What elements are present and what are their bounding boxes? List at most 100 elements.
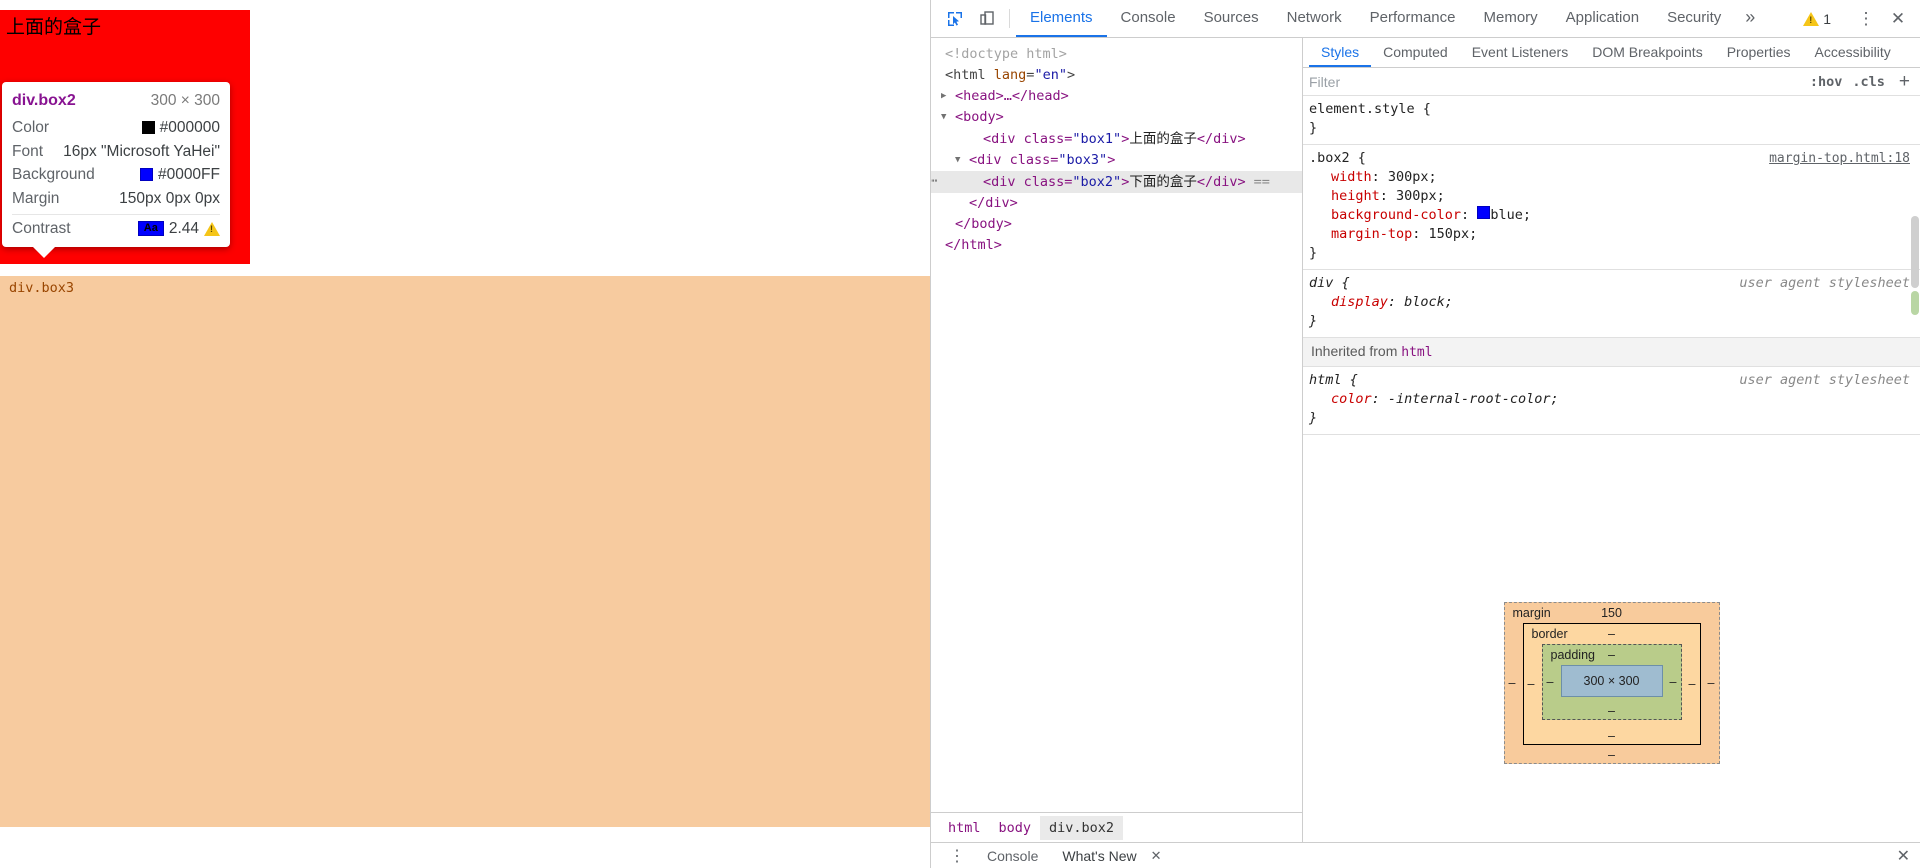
rule-html-user-agent[interactable]: html { user agent stylesheet color: -int…: [1303, 367, 1920, 435]
hov-toggle-button[interactable]: :hov: [1810, 74, 1843, 90]
tab-sources[interactable]: Sources: [1190, 0, 1273, 37]
styles-filter-input[interactable]: [1309, 73, 1800, 90]
box-model-padding-left[interactable]: –: [1547, 675, 1554, 689]
box-model-padding-right[interactable]: –: [1670, 675, 1677, 689]
tab-application[interactable]: Application: [1552, 0, 1653, 37]
declaration-background-color[interactable]: background-color: blue;: [1309, 206, 1910, 225]
device-toolbar-icon[interactable]: [971, 0, 1003, 37]
declaration-color[interactable]: color: -internal-root-color;: [1309, 390, 1910, 409]
rule-element-style[interactable]: element.style { }: [1303, 96, 1920, 145]
tab-dom-breakpoints[interactable]: DOM Breakpoints: [1580, 38, 1714, 67]
tooltip-value-background: #0000FF: [139, 167, 220, 183]
decl-name-height: height: [1331, 188, 1380, 204]
breadcrumb: html body div.box3 div.box2: [0, 276, 1302, 842]
box-model-border-left[interactable]: –: [1528, 677, 1535, 691]
collapse-arrow-body-icon[interactable]: ▼: [941, 107, 951, 128]
inherited-target: html: [1401, 345, 1433, 360]
declaration-height[interactable]: height: 300px;: [1309, 187, 1910, 206]
breadcrumb-item-div-box3[interactable]: div.box3: [0, 276, 930, 827]
new-style-rule-button[interactable]: +: [1895, 71, 1914, 93]
tab-event-listeners[interactable]: Event Listeners: [1460, 38, 1581, 67]
close-icon[interactable]: ✕: [1884, 9, 1912, 29]
inspect-tooltip: div.box2 300 × 300 Color #000000 Font 16…: [2, 82, 230, 258]
styles-pane: Styles Computed Event Listeners DOM Brea…: [1303, 38, 1920, 842]
browser-window: 上面的盒子 下面的盒子 div.box2 300 × 300 Color #00…: [0, 0, 1920, 868]
breadcrumb-item-html[interactable]: html: [939, 816, 990, 840]
box-model-margin-right[interactable]: –: [1708, 676, 1715, 690]
box2-rule-source-link[interactable]: margin-top.html:18: [1769, 149, 1910, 168]
color-swatch-icon: [141, 121, 155, 135]
tab-elements[interactable]: Elements: [1016, 0, 1107, 37]
warning-count-badge[interactable]: 1: [1803, 11, 1831, 27]
dom-line-html-close[interactable]: </html>: [931, 235, 1302, 256]
decl-name-display: display: [1331, 294, 1388, 310]
decl-value-width: 300px;: [1387, 169, 1437, 185]
html-open-tag: <html: [945, 67, 986, 83]
tab-console[interactable]: Console: [1107, 0, 1190, 37]
more-tabs-icon[interactable]: »: [1735, 0, 1765, 37]
box-model-padding-bottom[interactable]: –: [1608, 704, 1615, 718]
box-model-content[interactable]: 300 × 300: [1560, 665, 1663, 697]
collapse-arrow-box3-icon[interactable]: ▼: [955, 150, 965, 171]
styles-scrollbar-thumb[interactable]: [1911, 216, 1919, 288]
css-color-swatch-icon[interactable]: [1477, 206, 1491, 219]
dom-line-box2-selected[interactable]: ⋯ <div class="box2">下面的盒子</div> ==: [931, 171, 1302, 193]
box-model-border-top[interactable]: –: [1608, 627, 1615, 641]
box-model-margin-bottom[interactable]: –: [1608, 748, 1615, 762]
tab-properties[interactable]: Properties: [1715, 38, 1803, 67]
cls-toggle-button[interactable]: .cls: [1852, 74, 1885, 90]
dom-line-body-open[interactable]: ▼ <body>: [931, 107, 1302, 128]
box-model-padding-top[interactable]: –: [1608, 648, 1615, 662]
dom-line-html-open[interactable]: <html lang="en">: [931, 65, 1302, 86]
tab-performance[interactable]: Performance: [1356, 0, 1470, 37]
contrast-swatch-icon: Aa: [137, 221, 164, 237]
tab-computed[interactable]: Computed: [1371, 38, 1460, 67]
declaration-width[interactable]: width: 300px;: [1309, 168, 1910, 187]
box-model-border[interactable]: border – – – – padding – – – – 300 × 300: [1522, 623, 1701, 745]
box-model-padding[interactable]: padding – – – – 300 × 300: [1541, 644, 1682, 720]
box1-text: 上面的盒子: [6, 17, 102, 38]
drawer-tab-console[interactable]: Console: [977, 848, 1048, 864]
inspect-element-icon[interactable]: [939, 0, 971, 37]
tab-memory[interactable]: Memory: [1470, 0, 1552, 37]
breadcrumb-item-div-box2[interactable]: div.box2: [1040, 815, 1124, 840]
dom-line-box3-close[interactable]: </div>: [931, 193, 1302, 214]
dom-line-body-close[interactable]: </body>: [931, 214, 1302, 235]
rule-box2[interactable]: .box2 { margin-top.html:18 width: 300px;…: [1303, 145, 1920, 270]
dom-tree[interactable]: <!doctype html> <html lang="en"> ▶ <head…: [931, 38, 1302, 812]
drawer-tab-whats-new[interactable]: What's New: [1052, 848, 1146, 864]
dom-line-box3-open[interactable]: ▼ <div class="box3">: [931, 150, 1302, 171]
breadcrumb-item-body[interactable]: body: [990, 816, 1041, 840]
tab-security[interactable]: Security: [1653, 0, 1735, 37]
box-model-margin[interactable]: margin 150 – – – border – – – – padding …: [1503, 602, 1720, 764]
styles-tab-bar: Styles Computed Event Listeners DOM Brea…: [1303, 38, 1920, 68]
box-model-border-bottom[interactable]: –: [1608, 729, 1615, 743]
decl-value-color: -internal-root-color;: [1387, 391, 1559, 407]
dom-line-box1[interactable]: <div class="box1">上面的盒子</div>: [931, 128, 1302, 150]
tooltip-row-margin: Margin 150px 0px 0px: [12, 187, 220, 211]
div-rule-source: user agent stylesheet: [1739, 275, 1910, 291]
dom-line-head[interactable]: ▶ <head>…</head>: [931, 86, 1302, 107]
node-badge-ellipsis-icon[interactable]: ⋯: [931, 171, 938, 192]
box-model-margin-top[interactable]: 150: [1601, 606, 1622, 620]
box-model-border-right[interactable]: –: [1689, 677, 1696, 691]
box1-close-tag: </div>: [1196, 131, 1246, 147]
declaration-display[interactable]: display: block;: [1309, 293, 1910, 312]
drawer-more-options-icon[interactable]: ⋮: [941, 846, 973, 866]
more-options-icon[interactable]: ⋮: [1852, 9, 1880, 29]
background-swatch-icon: [139, 168, 153, 182]
tab-accessibility[interactable]: Accessibility: [1803, 38, 1903, 67]
drawer-close-icon[interactable]: ✕: [1897, 846, 1920, 866]
styles-rules-list: element.style { } .box2 { margin-top.htm…: [1303, 96, 1920, 542]
decl-name-width: width: [1331, 169, 1372, 185]
expand-arrow-head-icon[interactable]: ▶: [941, 86, 951, 107]
styles-scrollbar-thumb-secondary[interactable]: [1911, 291, 1919, 315]
devtools-toolbar: Elements Console Sources Network Perform…: [931, 0, 1920, 38]
rule-div-user-agent[interactable]: div { user agent stylesheet display: blo…: [1303, 270, 1920, 338]
drawer-tab-close-icon[interactable]: ✕: [1151, 848, 1162, 864]
doctype-text: <!doctype html>: [945, 46, 1067, 62]
declaration-margin-top[interactable]: margin-top: 150px;: [1309, 225, 1910, 244]
box-model-margin-left[interactable]: –: [1509, 676, 1516, 690]
tab-styles[interactable]: Styles: [1309, 38, 1372, 67]
tab-network[interactable]: Network: [1273, 0, 1356, 37]
